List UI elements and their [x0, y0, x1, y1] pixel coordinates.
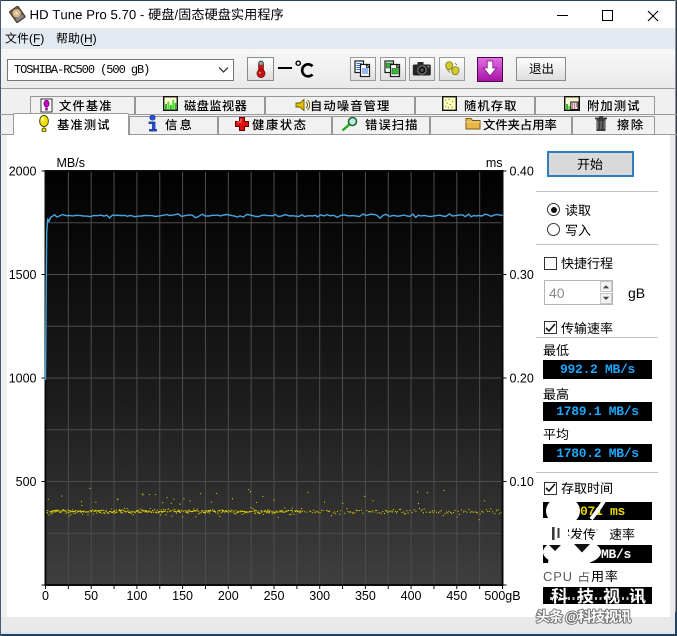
svg-text:100: 100: [126, 589, 147, 603]
svg-text:500gB: 500gB: [484, 589, 520, 603]
svg-text:0.20: 0.20: [510, 372, 534, 386]
svg-text:450: 450: [446, 589, 467, 603]
svg-text:ms: ms: [486, 156, 503, 170]
svg-text:0.30: 0.30: [510, 268, 534, 282]
svg-text:2000: 2000: [9, 165, 37, 179]
svg-text:250: 250: [264, 589, 285, 603]
svg-text:300: 300: [309, 589, 330, 603]
svg-text:MB/s: MB/s: [57, 156, 85, 170]
svg-text:0.10: 0.10: [510, 475, 534, 489]
svg-text:1500: 1500: [9, 268, 37, 282]
svg-text:50: 50: [84, 589, 98, 603]
svg-text:350: 350: [355, 589, 376, 603]
svg-text:1000: 1000: [9, 372, 37, 386]
svg-text:0.40: 0.40: [510, 165, 534, 179]
svg-text:200: 200: [218, 589, 239, 603]
svg-text:400: 400: [401, 589, 422, 603]
svg-text:0: 0: [42, 589, 49, 603]
svg-text:500: 500: [16, 475, 37, 489]
svg-text:150: 150: [172, 589, 193, 603]
